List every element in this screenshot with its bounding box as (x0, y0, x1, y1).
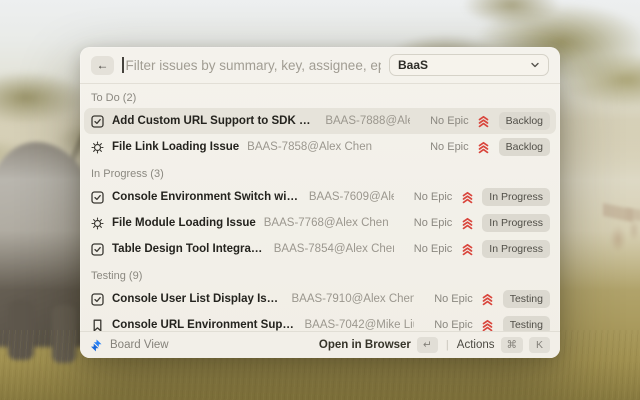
chevron-down-icon (530, 60, 540, 70)
issue-title: File Link Loading Issue (112, 141, 239, 153)
epic-label: No Epic (434, 319, 473, 331)
issue-title: Console URL Environment Support (112, 319, 297, 331)
issue-key-assignee: BAAS-7768@Alex Chen (264, 217, 389, 229)
status-badge: Backlog (499, 112, 550, 130)
task-icon (90, 191, 104, 204)
status-badge: Backlog (499, 138, 550, 156)
task-icon (90, 293, 104, 306)
footer-actions: Open in Browser ↵ | Actions ⌘ K (319, 337, 550, 353)
epic-label: No Epic (414, 217, 453, 229)
epic-label: No Epic (414, 191, 453, 203)
open-in-browser-button[interactable]: Open in Browser (319, 339, 411, 351)
status-badge: In Progress (482, 240, 550, 258)
k-key-badge: K (529, 337, 550, 353)
issue-title: Console User List Display Issue (112, 293, 284, 305)
jira-icon (90, 339, 103, 352)
actions-button[interactable]: Actions (457, 339, 495, 351)
elephant-leg (52, 305, 76, 363)
status-badge: Testing (503, 316, 550, 331)
search-placeholder: Filter issues by summary, key, assignee,… (126, 58, 382, 73)
priority-highest-icon (460, 243, 474, 256)
project-dropdown-value: BaaS (398, 58, 530, 72)
footer-app-label: Board View (110, 339, 169, 351)
arrow-left-icon: ← (97, 58, 109, 72)
priority-highest-icon (481, 293, 495, 306)
elephant-leg (8, 300, 34, 360)
priority-highest-icon (477, 141, 491, 154)
issue-title: Add Custom URL Support to SDK Data Table… (112, 115, 317, 127)
priority-highest-icon (460, 217, 474, 230)
text-caret (122, 57, 124, 73)
issue-key-assignee: BAAS-7854@Alex Chen (274, 243, 394, 255)
project-dropdown[interactable]: BaaS (389, 54, 549, 76)
epic-label: No Epic (414, 243, 453, 255)
section-header: To Do (2) (84, 84, 556, 108)
search-input[interactable]: Filter issues by summary, key, assignee,… (122, 57, 381, 73)
cmd-key-badge: ⌘ (501, 337, 524, 353)
issue-row[interactable]: File Link Loading Issue BAAS-7858@Alex Ch… (84, 134, 556, 160)
issue-row[interactable]: Table Design Tool Integration BAAS-7854@A… (84, 236, 556, 262)
priority-highest-icon (460, 191, 474, 204)
section-header: In Progress (3) (84, 160, 556, 184)
issue-key-assignee: BAAS-7042@Mike Liu (305, 319, 415, 331)
issue-key-assignee: BAAS-7609@Alex Chen (309, 191, 394, 203)
issue-row[interactable]: Add Custom URL Support to SDK Data Table… (84, 108, 556, 134)
issue-title: File Module Loading Issue (112, 217, 256, 229)
return-key-badge: ↵ (417, 337, 438, 353)
epic-label: No Epic (430, 115, 469, 127)
desktop-wallpaper: ← Filter issues by summary, key, assigne… (0, 0, 640, 400)
issue-row[interactable]: Console URL Environment Support BAAS-7042… (84, 312, 556, 331)
command-palette-window: ← Filter issues by summary, key, assigne… (80, 47, 560, 358)
bookmark-icon (90, 319, 104, 332)
giraffe (603, 172, 633, 257)
priority-highest-icon (481, 319, 495, 332)
status-badge: In Progress (482, 188, 550, 206)
issue-row[interactable]: File Module Loading Issue BAAS-7768@Alex … (84, 210, 556, 236)
priority-highest-icon (477, 115, 491, 128)
results-list: To Do (2) Add Custom URL Support to SDK D… (80, 84, 560, 331)
issue-row[interactable]: Console User List Display Issue BAAS-7910… (84, 286, 556, 312)
giraffe (626, 185, 640, 245)
footer-separator: | (444, 339, 451, 351)
issue-key-assignee: BAAS-7858@Alex Chen (247, 141, 372, 153)
task-icon (90, 243, 104, 256)
back-button[interactable]: ← (91, 56, 114, 75)
bug-icon (90, 217, 104, 230)
issue-key-assignee: BAAS-7888@Alex Chen (325, 115, 410, 127)
issue-title: Console Environment Switch with URL Para… (112, 191, 301, 203)
epic-label: No Epic (430, 141, 469, 153)
status-badge: Testing (503, 290, 550, 308)
issue-key-assignee: BAAS-7910@Alex Chen (292, 293, 415, 305)
epic-label: No Epic (434, 293, 473, 305)
task-icon (90, 115, 104, 128)
bug-icon (90, 141, 104, 154)
search-bar: ← Filter issues by summary, key, assigne… (80, 47, 560, 83)
footer-bar: Board View Open in Browser ↵ | Actions ⌘… (80, 331, 560, 358)
issue-title: Table Design Tool Integration (112, 243, 266, 255)
status-badge: In Progress (482, 214, 550, 232)
issue-row[interactable]: Console Environment Switch with URL Para… (84, 184, 556, 210)
section-header: Testing (9) (84, 262, 556, 286)
